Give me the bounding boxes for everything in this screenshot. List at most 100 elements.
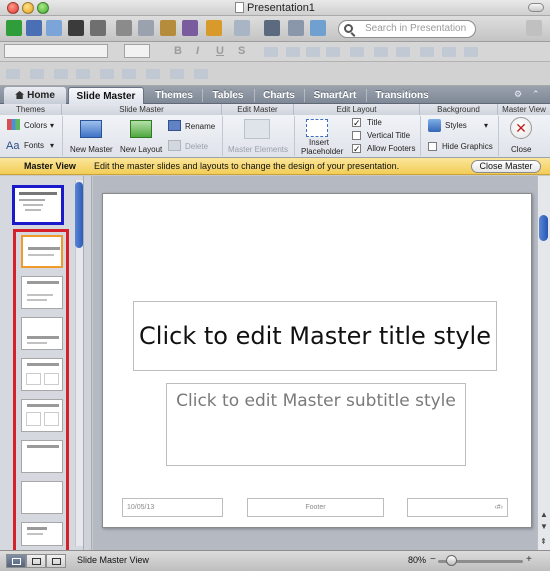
redo-icon[interactable] [234, 20, 250, 36]
chevron-down-icon[interactable]: ▾ [50, 141, 54, 150]
rename-button[interactable]: Rename [185, 122, 215, 131]
decrease-indent-icon[interactable] [6, 69, 20, 79]
layout-thumbnail[interactable] [21, 235, 63, 268]
text-direction-icon[interactable] [194, 69, 208, 79]
scroll-toolbar-icon[interactable] [526, 20, 542, 36]
footer-placeholder[interactable]: Footer [247, 498, 384, 517]
copy-icon[interactable] [138, 20, 154, 36]
text-box-icon[interactable] [420, 47, 434, 57]
slide-show-button[interactable] [46, 554, 66, 568]
vertical-title-checkbox[interactable] [352, 131, 361, 140]
close-master-button[interactable]: Close Master [471, 160, 541, 173]
scroll-down-icon[interactable]: ▼ [540, 522, 548, 531]
italic-icon[interactable]: I [196, 45, 199, 57]
date-placeholder[interactable]: 10/05/13 [122, 498, 223, 517]
chevron-down-icon[interactable]: ▾ [50, 121, 54, 130]
open-icon[interactable] [46, 20, 62, 36]
new-layout-button[interactable]: New Layout [120, 145, 162, 154]
gallery-icon[interactable] [26, 20, 42, 36]
indent-list-icon[interactable] [54, 69, 68, 79]
new-master-icon[interactable] [80, 120, 102, 138]
normal-view-button[interactable] [6, 554, 26, 568]
hide-graphics-checkbox[interactable] [428, 142, 437, 151]
toggle-sidebar-icon[interactable] [288, 20, 304, 36]
increase-font-icon[interactable] [122, 69, 136, 79]
paste-icon[interactable] [160, 20, 176, 36]
layout-thumbnail[interactable] [21, 317, 63, 350]
scroll-up-icon[interactable]: ▲ [540, 510, 548, 519]
layout-thumbnail[interactable] [21, 399, 63, 432]
layout-thumbnail[interactable] [21, 358, 63, 391]
tab-smartart[interactable]: SmartArt [306, 87, 364, 104]
toolbar-toggle-button[interactable] [528, 3, 544, 12]
pane-splitter[interactable] [84, 176, 92, 550]
undo-icon[interactable] [206, 20, 222, 36]
search-input[interactable]: Search in Presentation [338, 20, 476, 38]
close-master-view-label[interactable]: Close [511, 145, 531, 154]
shadow-icon[interactable]: S [238, 45, 245, 57]
layout-thumbnail[interactable] [21, 276, 63, 309]
highlight-icon[interactable] [464, 47, 478, 57]
zoom-out-icon[interactable]: − [430, 554, 436, 565]
slide-sorter-button[interactable] [26, 554, 46, 568]
tab-charts[interactable]: Charts [256, 87, 302, 104]
slide-master-thumbnail[interactable] [12, 185, 64, 225]
master-elements-button[interactable]: Master Elements [228, 145, 288, 154]
decrease-font-icon[interactable] [100, 69, 114, 79]
fonts-button[interactable]: Fonts [24, 141, 44, 150]
ribbon-settings-icon[interactable]: ⚙ [514, 89, 522, 100]
tab-slide-master[interactable]: Slide Master [68, 87, 144, 104]
styles-button[interactable]: Styles [445, 121, 467, 130]
numbering-icon[interactable] [396, 47, 410, 57]
layout-thumbnail[interactable] [21, 440, 63, 473]
allow-footers-checkbox[interactable]: ✓ [352, 144, 361, 154]
font-color-icon[interactable] [442, 47, 456, 57]
new-master-button[interactable]: New Master [70, 145, 113, 154]
layout-thumbnail[interactable] [21, 522, 63, 546]
justify-icon[interactable] [326, 47, 340, 57]
save-icon[interactable] [68, 20, 84, 36]
align-left-icon[interactable] [264, 47, 278, 57]
format-painter-icon[interactable] [182, 20, 198, 36]
increase-indent-icon[interactable] [30, 69, 44, 79]
insert-placeholder-icon[interactable] [306, 119, 328, 137]
editor-scrollbar-thumb[interactable] [539, 215, 548, 241]
tab-tables[interactable]: Tables [204, 87, 252, 104]
insert-placeholder-label-2[interactable]: Placeholder [301, 147, 343, 156]
zoom-slider-handle[interactable] [446, 555, 457, 566]
columns-icon[interactable] [146, 69, 160, 79]
print-icon[interactable] [90, 20, 106, 36]
tab-home[interactable]: Home [4, 87, 66, 104]
underline-icon[interactable]: U [216, 45, 224, 57]
font-name-dropdown[interactable] [4, 44, 108, 58]
zoom-in-icon[interactable]: + [526, 554, 532, 565]
title-checkbox[interactable]: ✓ [352, 118, 361, 128]
bold-icon[interactable]: B [174, 45, 182, 57]
new-layout-icon[interactable] [130, 120, 152, 138]
cut-icon[interactable] [116, 20, 132, 36]
close-icon[interactable]: ✕ [510, 117, 532, 139]
tab-themes[interactable]: Themes [148, 87, 200, 104]
tab-transitions[interactable]: Transitions [368, 87, 436, 104]
outdent-list-icon[interactable] [76, 69, 90, 79]
new-from-template-icon[interactable] [6, 20, 22, 36]
help-icon[interactable] [310, 20, 326, 36]
insert-placeholder-label-1[interactable]: Insert [309, 138, 329, 147]
font-size-dropdown[interactable] [124, 44, 150, 58]
ribbon-collapse-icon[interactable]: ⌃ [532, 89, 540, 100]
thumbnail-scrollbar-thumb[interactable] [75, 182, 83, 248]
align-right-icon[interactable] [306, 47, 320, 57]
delete-button[interactable]: Delete [185, 142, 208, 151]
insert-slide-icon[interactable] [264, 20, 280, 36]
align-center-icon[interactable] [286, 47, 300, 57]
master-title-placeholder[interactable]: Click to edit Master title style [133, 301, 497, 371]
previous-slide-icon[interactable]: ⇞ [540, 537, 547, 546]
clear-formatting-icon[interactable] [170, 69, 184, 79]
slide-number-placeholder[interactable]: ‹#› [407, 498, 508, 517]
layout-thumbnail[interactable] [21, 481, 63, 514]
bullets-icon[interactable] [374, 47, 388, 57]
chevron-down-icon[interactable]: ▾ [484, 121, 488, 130]
colors-button[interactable]: Colors [24, 121, 47, 130]
line-spacing-icon[interactable] [350, 47, 364, 57]
master-subtitle-placeholder[interactable]: Click to edit Master subtitle style [166, 383, 466, 466]
